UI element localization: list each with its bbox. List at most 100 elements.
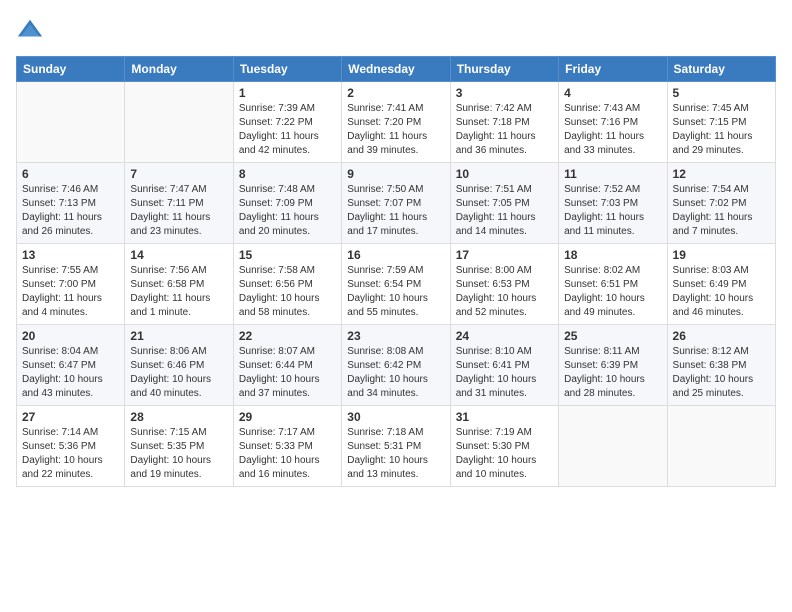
day-info: Sunrise: 8:00 AM Sunset: 6:53 PM Dayligh… — [456, 264, 553, 320]
day-number: 1 — [239, 86, 336, 100]
week-row-1: 1 Sunrise: 7:39 AM Sunset: 7:22 PM Daylig… — [17, 82, 776, 163]
day-number: 31 — [456, 410, 553, 424]
day-number: 20 — [22, 329, 119, 343]
day-cell: 7 Sunrise: 7:47 AM Sunset: 7:11 PM Daylig… — [125, 163, 233, 244]
day-number: 21 — [130, 329, 227, 343]
day-number: 13 — [22, 248, 119, 262]
day-info: Sunrise: 7:59 AM Sunset: 6:54 PM Dayligh… — [347, 264, 444, 320]
day-info: Sunrise: 8:11 AM Sunset: 6:39 PM Dayligh… — [564, 345, 661, 401]
calendar-table: SundayMondayTuesdayWednesdayThursdayFrid… — [16, 56, 776, 487]
weekday-header-tuesday: Tuesday — [233, 57, 341, 82]
day-cell: 6 Sunrise: 7:46 AM Sunset: 7:13 PM Daylig… — [17, 163, 125, 244]
day-number: 12 — [673, 167, 770, 181]
day-number: 11 — [564, 167, 661, 181]
day-number: 6 — [22, 167, 119, 181]
day-info: Sunrise: 7:39 AM Sunset: 7:22 PM Dayligh… — [239, 102, 336, 158]
day-info: Sunrise: 7:14 AM Sunset: 5:36 PM Dayligh… — [22, 426, 119, 482]
day-info: Sunrise: 7:19 AM Sunset: 5:30 PM Dayligh… — [456, 426, 553, 482]
day-info: Sunrise: 7:55 AM Sunset: 7:00 PM Dayligh… — [22, 264, 119, 320]
day-number: 30 — [347, 410, 444, 424]
day-number: 8 — [239, 167, 336, 181]
week-row-3: 13 Sunrise: 7:55 AM Sunset: 7:00 PM Dayli… — [17, 244, 776, 325]
day-cell: 17 Sunrise: 8:00 AM Sunset: 6:53 PM Dayli… — [450, 244, 558, 325]
day-info: Sunrise: 7:52 AM Sunset: 7:03 PM Dayligh… — [564, 183, 661, 239]
day-cell: 2 Sunrise: 7:41 AM Sunset: 7:20 PM Daylig… — [342, 82, 450, 163]
day-info: Sunrise: 7:47 AM Sunset: 7:11 PM Dayligh… — [130, 183, 227, 239]
day-cell: 18 Sunrise: 8:02 AM Sunset: 6:51 PM Dayli… — [559, 244, 667, 325]
day-info: Sunrise: 7:48 AM Sunset: 7:09 PM Dayligh… — [239, 183, 336, 239]
day-number: 19 — [673, 248, 770, 262]
day-cell: 29 Sunrise: 7:17 AM Sunset: 5:33 PM Dayli… — [233, 406, 341, 487]
day-info: Sunrise: 7:51 AM Sunset: 7:05 PM Dayligh… — [456, 183, 553, 239]
day-cell: 22 Sunrise: 8:07 AM Sunset: 6:44 PM Dayli… — [233, 325, 341, 406]
day-number: 29 — [239, 410, 336, 424]
week-row-4: 20 Sunrise: 8:04 AM Sunset: 6:47 PM Dayli… — [17, 325, 776, 406]
day-cell: 24 Sunrise: 8:10 AM Sunset: 6:41 PM Dayli… — [450, 325, 558, 406]
day-cell: 4 Sunrise: 7:43 AM Sunset: 7:16 PM Daylig… — [559, 82, 667, 163]
day-info: Sunrise: 7:17 AM Sunset: 5:33 PM Dayligh… — [239, 426, 336, 482]
day-info: Sunrise: 7:43 AM Sunset: 7:16 PM Dayligh… — [564, 102, 661, 158]
day-cell: 16 Sunrise: 7:59 AM Sunset: 6:54 PM Dayli… — [342, 244, 450, 325]
day-cell: 10 Sunrise: 7:51 AM Sunset: 7:05 PM Dayli… — [450, 163, 558, 244]
page-header — [16, 16, 776, 44]
day-number: 2 — [347, 86, 444, 100]
day-info: Sunrise: 7:56 AM Sunset: 6:58 PM Dayligh… — [130, 264, 227, 320]
day-cell — [667, 406, 775, 487]
day-number: 18 — [564, 248, 661, 262]
weekday-header-wednesday: Wednesday — [342, 57, 450, 82]
day-cell: 30 Sunrise: 7:18 AM Sunset: 5:31 PM Dayli… — [342, 406, 450, 487]
day-info: Sunrise: 8:06 AM Sunset: 6:46 PM Dayligh… — [130, 345, 227, 401]
day-info: Sunrise: 8:02 AM Sunset: 6:51 PM Dayligh… — [564, 264, 661, 320]
day-info: Sunrise: 8:07 AM Sunset: 6:44 PM Dayligh… — [239, 345, 336, 401]
day-number: 7 — [130, 167, 227, 181]
week-row-2: 6 Sunrise: 7:46 AM Sunset: 7:13 PM Daylig… — [17, 163, 776, 244]
day-cell: 5 Sunrise: 7:45 AM Sunset: 7:15 PM Daylig… — [667, 82, 775, 163]
day-cell: 1 Sunrise: 7:39 AM Sunset: 7:22 PM Daylig… — [233, 82, 341, 163]
week-row-5: 27 Sunrise: 7:14 AM Sunset: 5:36 PM Dayli… — [17, 406, 776, 487]
day-number: 15 — [239, 248, 336, 262]
day-cell: 26 Sunrise: 8:12 AM Sunset: 6:38 PM Dayli… — [667, 325, 775, 406]
day-info: Sunrise: 7:45 AM Sunset: 7:15 PM Dayligh… — [673, 102, 770, 158]
day-cell: 19 Sunrise: 8:03 AM Sunset: 6:49 PM Dayli… — [667, 244, 775, 325]
day-number: 17 — [456, 248, 553, 262]
day-cell: 21 Sunrise: 8:06 AM Sunset: 6:46 PM Dayli… — [125, 325, 233, 406]
day-cell: 11 Sunrise: 7:52 AM Sunset: 7:03 PM Dayli… — [559, 163, 667, 244]
day-cell: 13 Sunrise: 7:55 AM Sunset: 7:00 PM Dayli… — [17, 244, 125, 325]
day-cell — [559, 406, 667, 487]
day-number: 4 — [564, 86, 661, 100]
day-info: Sunrise: 8:10 AM Sunset: 6:41 PM Dayligh… — [456, 345, 553, 401]
day-number: 5 — [673, 86, 770, 100]
day-number: 10 — [456, 167, 553, 181]
day-info: Sunrise: 7:42 AM Sunset: 7:18 PM Dayligh… — [456, 102, 553, 158]
day-info: Sunrise: 8:12 AM Sunset: 6:38 PM Dayligh… — [673, 345, 770, 401]
day-cell: 31 Sunrise: 7:19 AM Sunset: 5:30 PM Dayli… — [450, 406, 558, 487]
day-cell: 28Sunrise: 7:15 AM Sunset: 5:35 PM Dayli… — [125, 406, 233, 487]
day-number: 28 — [130, 410, 227, 424]
day-cell: 25 Sunrise: 8:11 AM Sunset: 6:39 PM Dayli… — [559, 325, 667, 406]
day-number: 26 — [673, 329, 770, 343]
day-number: 22 — [239, 329, 336, 343]
day-number: 25 — [564, 329, 661, 343]
day-number: 24 — [456, 329, 553, 343]
day-cell: 23 Sunrise: 8:08 AM Sunset: 6:42 PM Dayli… — [342, 325, 450, 406]
day-info: Sunrise: 8:04 AM Sunset: 6:47 PM Dayligh… — [22, 345, 119, 401]
day-number: 3 — [456, 86, 553, 100]
day-info: Sunrise: 7:41 AM Sunset: 7:20 PM Dayligh… — [347, 102, 444, 158]
day-number: 23 — [347, 329, 444, 343]
day-info: Sunrise: 7:18 AM Sunset: 5:31 PM Dayligh… — [347, 426, 444, 482]
day-cell: 27 Sunrise: 7:14 AM Sunset: 5:36 PM Dayli… — [17, 406, 125, 487]
day-info: Sunrise: 7:46 AM Sunset: 7:13 PM Dayligh… — [22, 183, 119, 239]
logo — [16, 16, 48, 44]
day-cell: 9Sunrise: 7:50 AM Sunset: 7:07 PM Daylig… — [342, 163, 450, 244]
weekday-header-row: SundayMondayTuesdayWednesdayThursdayFrid… — [17, 57, 776, 82]
day-cell — [17, 82, 125, 163]
day-number: 9 — [347, 167, 444, 181]
logo-icon — [16, 16, 44, 44]
day-info: Sunrise: 8:08 AM Sunset: 6:42 PM Dayligh… — [347, 345, 444, 401]
weekday-header-monday: Monday — [125, 57, 233, 82]
day-info: Sunrise: 8:03 AM Sunset: 6:49 PM Dayligh… — [673, 264, 770, 320]
day-number: 16 — [347, 248, 444, 262]
day-cell: 8 Sunrise: 7:48 AM Sunset: 7:09 PM Daylig… — [233, 163, 341, 244]
day-number: 27 — [22, 410, 119, 424]
day-number: 14 — [130, 248, 227, 262]
